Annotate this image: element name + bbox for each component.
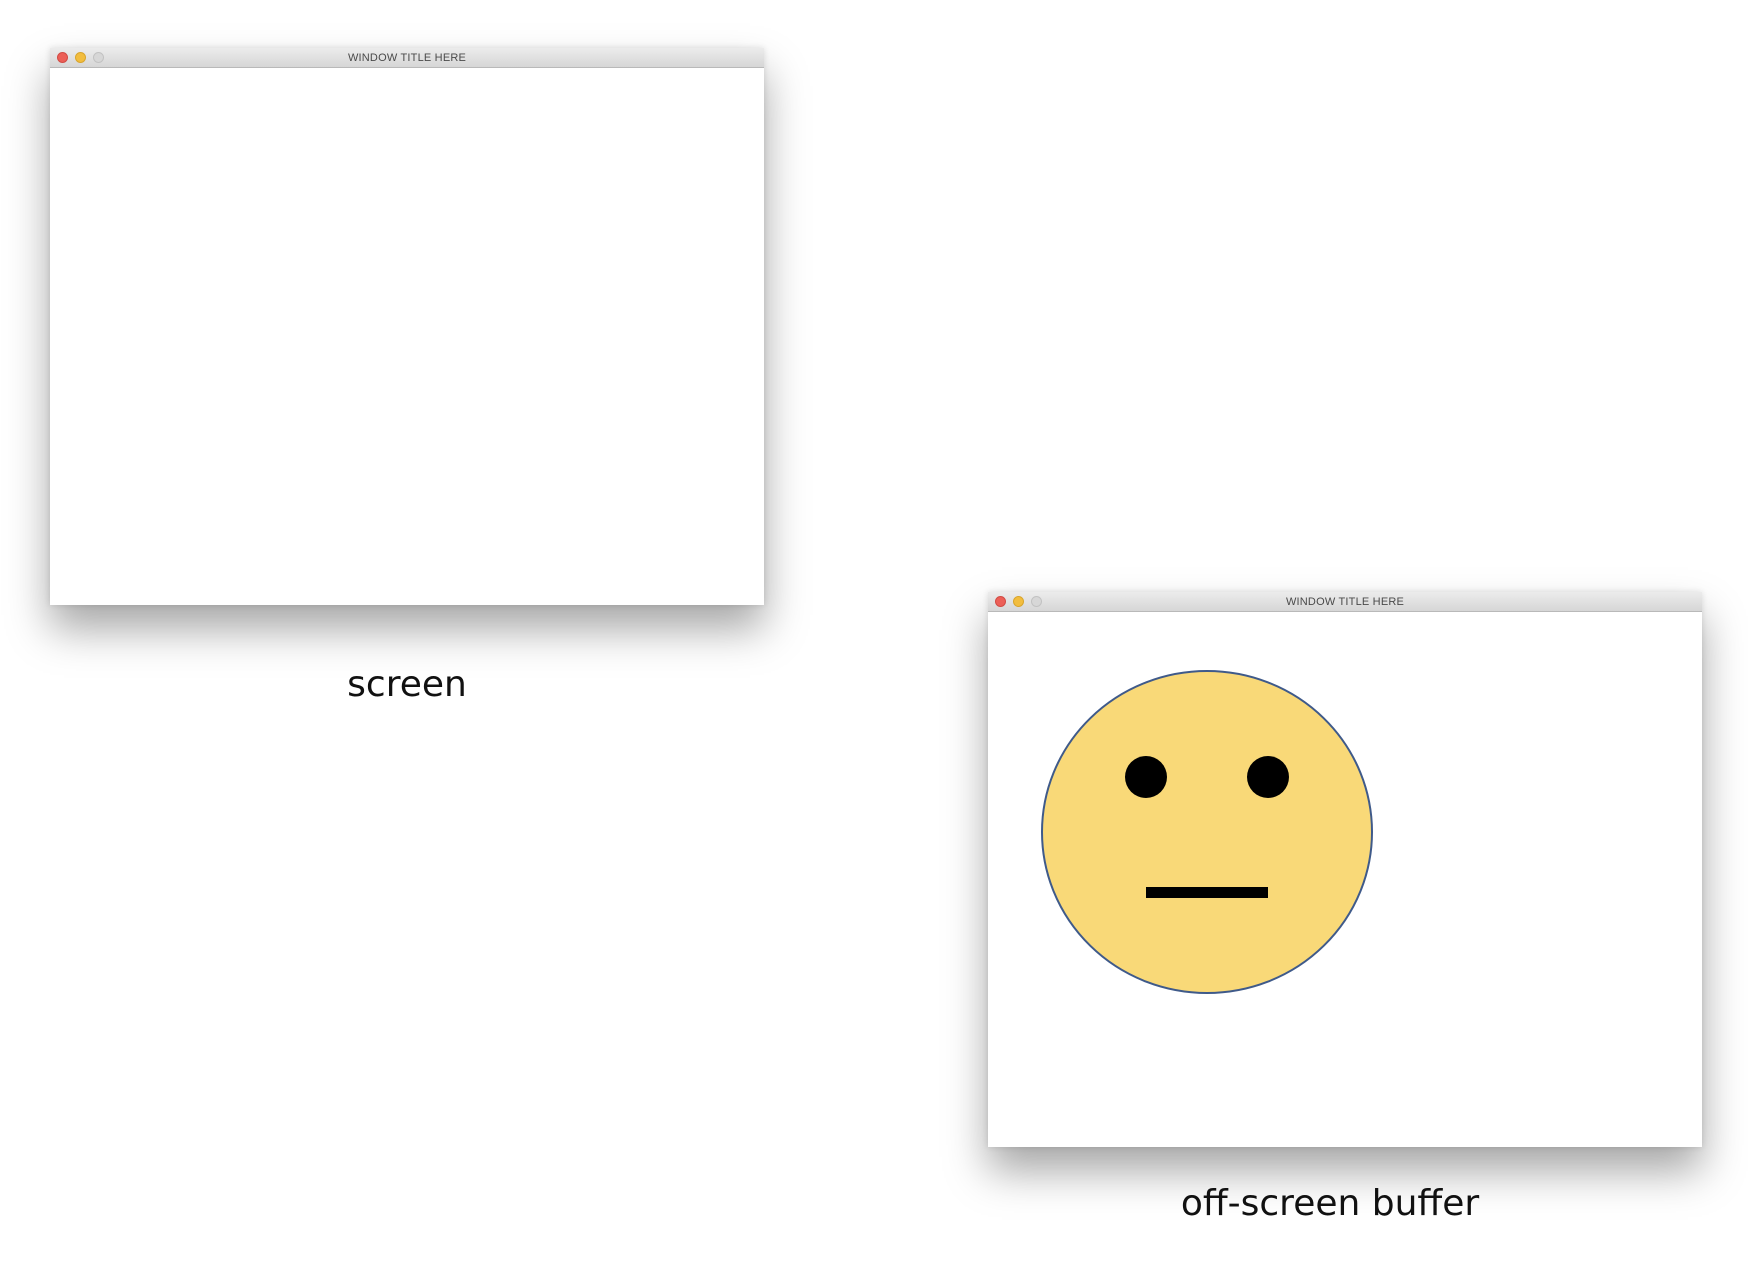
right-eye: [1247, 756, 1289, 798]
screen-window-titlebar[interactable]: WINDOW TITLE HERE: [50, 48, 764, 68]
left-eye: [1125, 756, 1167, 798]
buffer-window-titlebar[interactable]: WINDOW TITLE HERE: [988, 592, 1702, 612]
buffer-caption: off-screen buffer: [1180, 1183, 1480, 1224]
buffer-window: WINDOW TITLE HERE: [988, 592, 1702, 1147]
screen-window: WINDOW TITLE HERE: [50, 48, 764, 605]
face-circle: [1041, 670, 1373, 994]
screen-caption: screen: [347, 664, 467, 705]
neutral-face-icon: [1041, 670, 1373, 994]
buffer-window-title: WINDOW TITLE HERE: [1285, 596, 1405, 608]
mouth: [1146, 887, 1268, 898]
screen-window-content: [50, 68, 764, 605]
screen-window-title: WINDOW TITLE HERE: [347, 52, 467, 64]
buffer-window-content: [988, 612, 1702, 1147]
